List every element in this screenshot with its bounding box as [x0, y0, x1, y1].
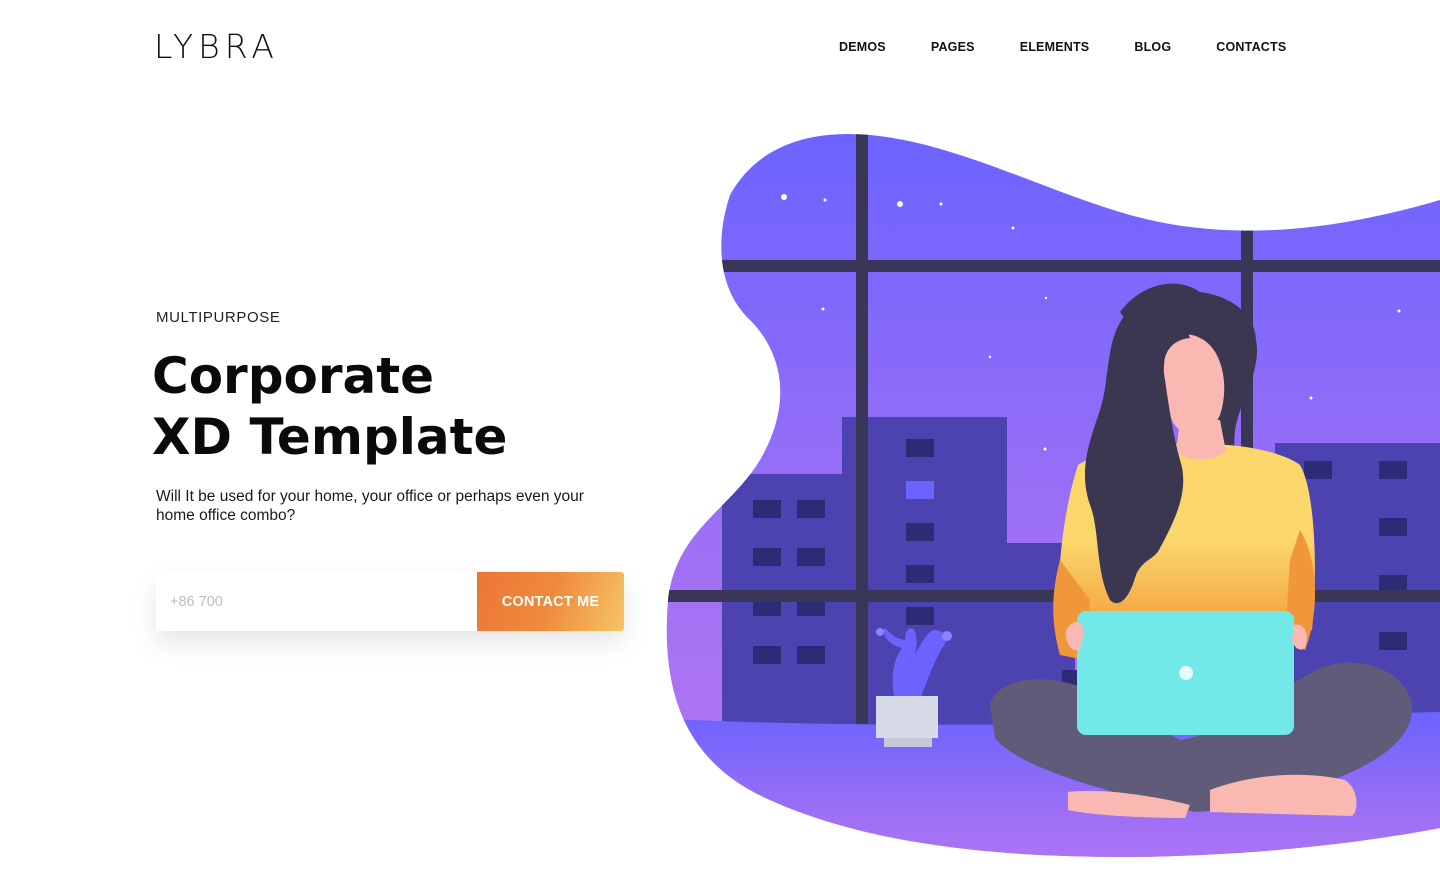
hero-illustration [666, 134, 1440, 858]
laptop-logo [1179, 666, 1193, 680]
